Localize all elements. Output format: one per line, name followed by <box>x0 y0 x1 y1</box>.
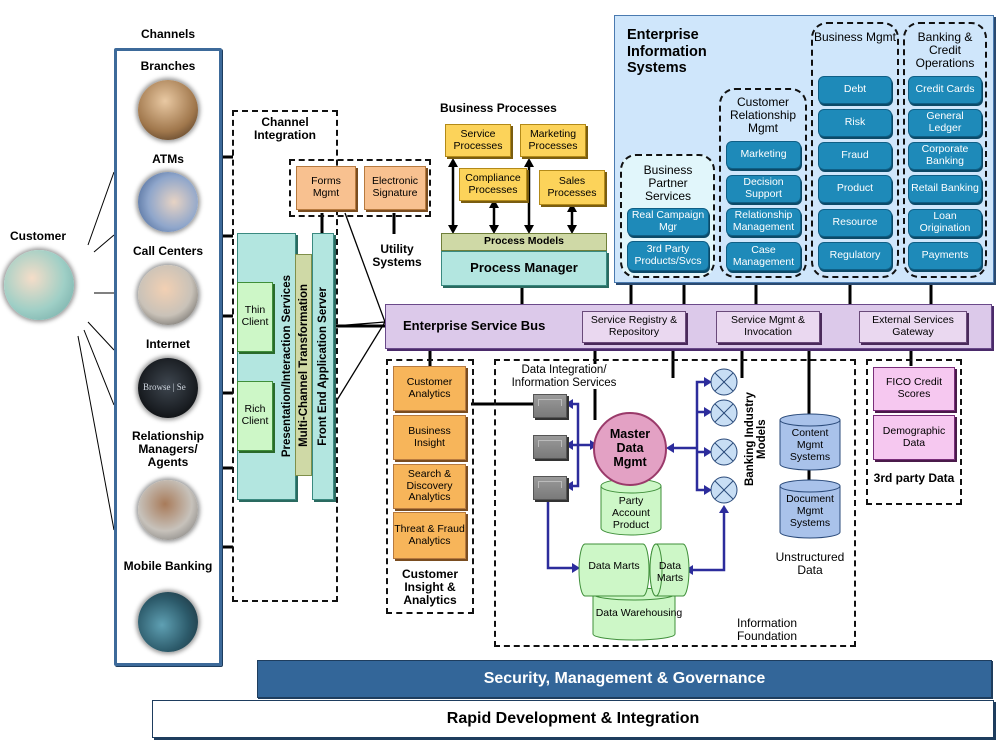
channel-integration-title: Channel Integration <box>240 116 330 142</box>
customer-analytics-box[interactable]: Customer Analytics <box>393 366 466 411</box>
channel-label-atms: ATMs <box>152 152 184 166</box>
business-processes-title: Business Processes <box>440 101 557 115</box>
channels-panel <box>114 48 222 666</box>
presentation-services-label: Presentation/Interaction Services <box>281 274 293 458</box>
general-ledger-box[interactable]: General Ledger <box>908 109 982 137</box>
corporate-banking-box[interactable]: Corporate Banking <box>908 142 982 170</box>
data-integration-title: Data Integration/ Information Services <box>496 364 632 390</box>
integration-server-icon <box>533 476 567 500</box>
eis-title: Enterprise Information Systems <box>627 27 707 77</box>
security-management-governance-bar[interactable]: Security, Management & Governance <box>257 660 992 698</box>
relationship-manager-photo-icon[interactable] <box>138 480 198 540</box>
demographic-data-box[interactable]: Demographic Data <box>873 415 955 460</box>
fraud-box[interactable]: Fraud <box>818 142 892 170</box>
product-box[interactable]: Product <box>818 175 892 203</box>
service-mgmt-invocation-box[interactable]: Service Mgmt & Invocation <box>716 311 820 343</box>
third-party-products-box[interactable]: 3rd Party Products/Svcs <box>627 241 709 271</box>
case-management-box[interactable]: Case Management <box>726 242 801 271</box>
channel-label-call-centers: Call Centers <box>132 244 204 258</box>
rapid-development-integration-bar[interactable]: Rapid Development & Integration <box>152 700 994 738</box>
channel-label-branches: Branches <box>140 59 196 73</box>
sales-processes-box[interactable]: Sales Processes <box>539 170 605 205</box>
multi-channel-transformation-block[interactable]: Multi-Channel Transformation <box>295 254 312 476</box>
payments-box[interactable]: Payments <box>908 242 982 270</box>
esb-title: Enterprise Service Bus <box>403 318 546 333</box>
party-account-product-label: Party Account Product <box>612 495 650 531</box>
real-campaign-mgr-box[interactable]: Real Campaign Mgr <box>627 208 709 236</box>
document-mgmt-systems-label: Document Mgmt Systems <box>786 493 834 529</box>
relationship-management-box[interactable]: Relationship Management <box>726 208 801 236</box>
master-data-mgmt-label: Master Data Mgmt <box>609 427 651 469</box>
resource-box[interactable]: Resource <box>818 209 892 237</box>
forms-mgmt-box[interactable]: Forms Mgmt <box>296 166 356 210</box>
threat-fraud-analytics-box[interactable]: Threat & Fraud Analytics <box>393 512 466 559</box>
decision-support-box[interactable]: Decision Support <box>726 175 801 203</box>
fico-credit-scores-box[interactable]: FICO Credit Scores <box>873 367 955 411</box>
atm-photo-icon[interactable] <box>138 172 198 232</box>
integration-server-icon <box>533 435 567 459</box>
data-marts-label-1[interactable]: Data Marts <box>588 560 640 573</box>
retail-banking-box[interactable]: Retail Banking <box>908 175 982 203</box>
internet-browse-photo-icon[interactable]: Browse | Se <box>138 358 198 418</box>
banking-industry-models-icons <box>710 368 738 504</box>
front-end-app-server-block[interactable]: Front End Application Server <box>312 233 334 500</box>
data-warehouse-stores <box>578 543 690 641</box>
banking-industry-models-label: Banking Industry Models <box>744 392 769 486</box>
rich-client-box[interactable]: Rich Client <box>237 381 273 451</box>
channel-label-mobile-banking: Mobile Banking <box>123 559 213 573</box>
third-party-data-title: 3rd party Data <box>873 471 955 485</box>
unstructured-data-title: Unstructured Data <box>775 550 845 578</box>
regulatory-box[interactable]: Regulatory <box>818 242 892 270</box>
customer-channel-lines <box>77 171 115 531</box>
service-processes-box[interactable]: Service Processes <box>445 124 511 157</box>
loan-origination-box[interactable]: Loan Origination <box>908 209 982 237</box>
customer-photo-icon <box>4 250 74 320</box>
master-data-mgmt-circle[interactable]: Master Data Mgmt <box>593 412 667 486</box>
content-mgmt-systems-label: Content Mgmt Systems <box>789 427 831 463</box>
marketing-processes-box[interactable]: Marketing Processes <box>520 124 586 157</box>
risk-box[interactable]: Risk <box>818 109 892 137</box>
electronic-signature-box[interactable]: Electronic Signature <box>364 166 426 210</box>
process-manager-box[interactable]: Process Manager <box>441 251 607 286</box>
branch-photo-icon[interactable] <box>138 80 198 140</box>
process-models-bar[interactable]: Process Models <box>441 233 607 251</box>
call-center-photo-icon[interactable] <box>138 265 198 325</box>
compliance-processes-box[interactable]: Compliance Processes <box>459 168 527 201</box>
external-services-gateway-box[interactable]: External Services Gateway <box>859 311 967 343</box>
information-foundation-title: Information Foundation <box>736 616 798 643</box>
customer-label: Customer <box>9 229 66 243</box>
utility-systems-title: Utility Systems <box>372 242 422 269</box>
data-marts-label-2[interactable]: Data Marts <box>652 560 688 585</box>
business-partner-services-title: Business Partner Services <box>643 163 693 203</box>
front-end-app-server-label: Front End Application Server <box>317 287 329 446</box>
business-insight-box[interactable]: Business Insight <box>393 415 466 460</box>
channel-label-internet: Internet <box>145 337 190 351</box>
thin-client-box[interactable]: Thin Client <box>237 282 273 352</box>
service-registry-box[interactable]: Service Registry & Repository <box>582 311 686 343</box>
integration-server-icon <box>533 394 567 418</box>
analytics-title: Customer Insight & Analytics <box>401 567 458 607</box>
channels-title: Channels <box>140 27 195 41</box>
banking-credit-title: Banking & Credit Operations <box>915 30 975 70</box>
multi-channel-transformation-label: Multi-Channel Transformation <box>297 283 310 447</box>
debt-box[interactable]: Debt <box>818 76 892 104</box>
business-mgmt-title: Business Mgmt <box>813 30 897 44</box>
crm-title: Customer Relationship Mgmt <box>729 95 797 135</box>
mobile-banking-photo-icon[interactable] <box>138 592 198 652</box>
search-discovery-analytics-box[interactable]: Search & Discovery Analytics <box>393 464 466 509</box>
channel-label-relationship-managers: Relationship Managers/ Agents <box>131 429 204 469</box>
data-warehousing-label[interactable]: Data Warehousing <box>594 607 684 620</box>
credit-cards-box[interactable]: Credit Cards <box>908 76 982 104</box>
crm-marketing-box[interactable]: Marketing <box>726 141 801 169</box>
